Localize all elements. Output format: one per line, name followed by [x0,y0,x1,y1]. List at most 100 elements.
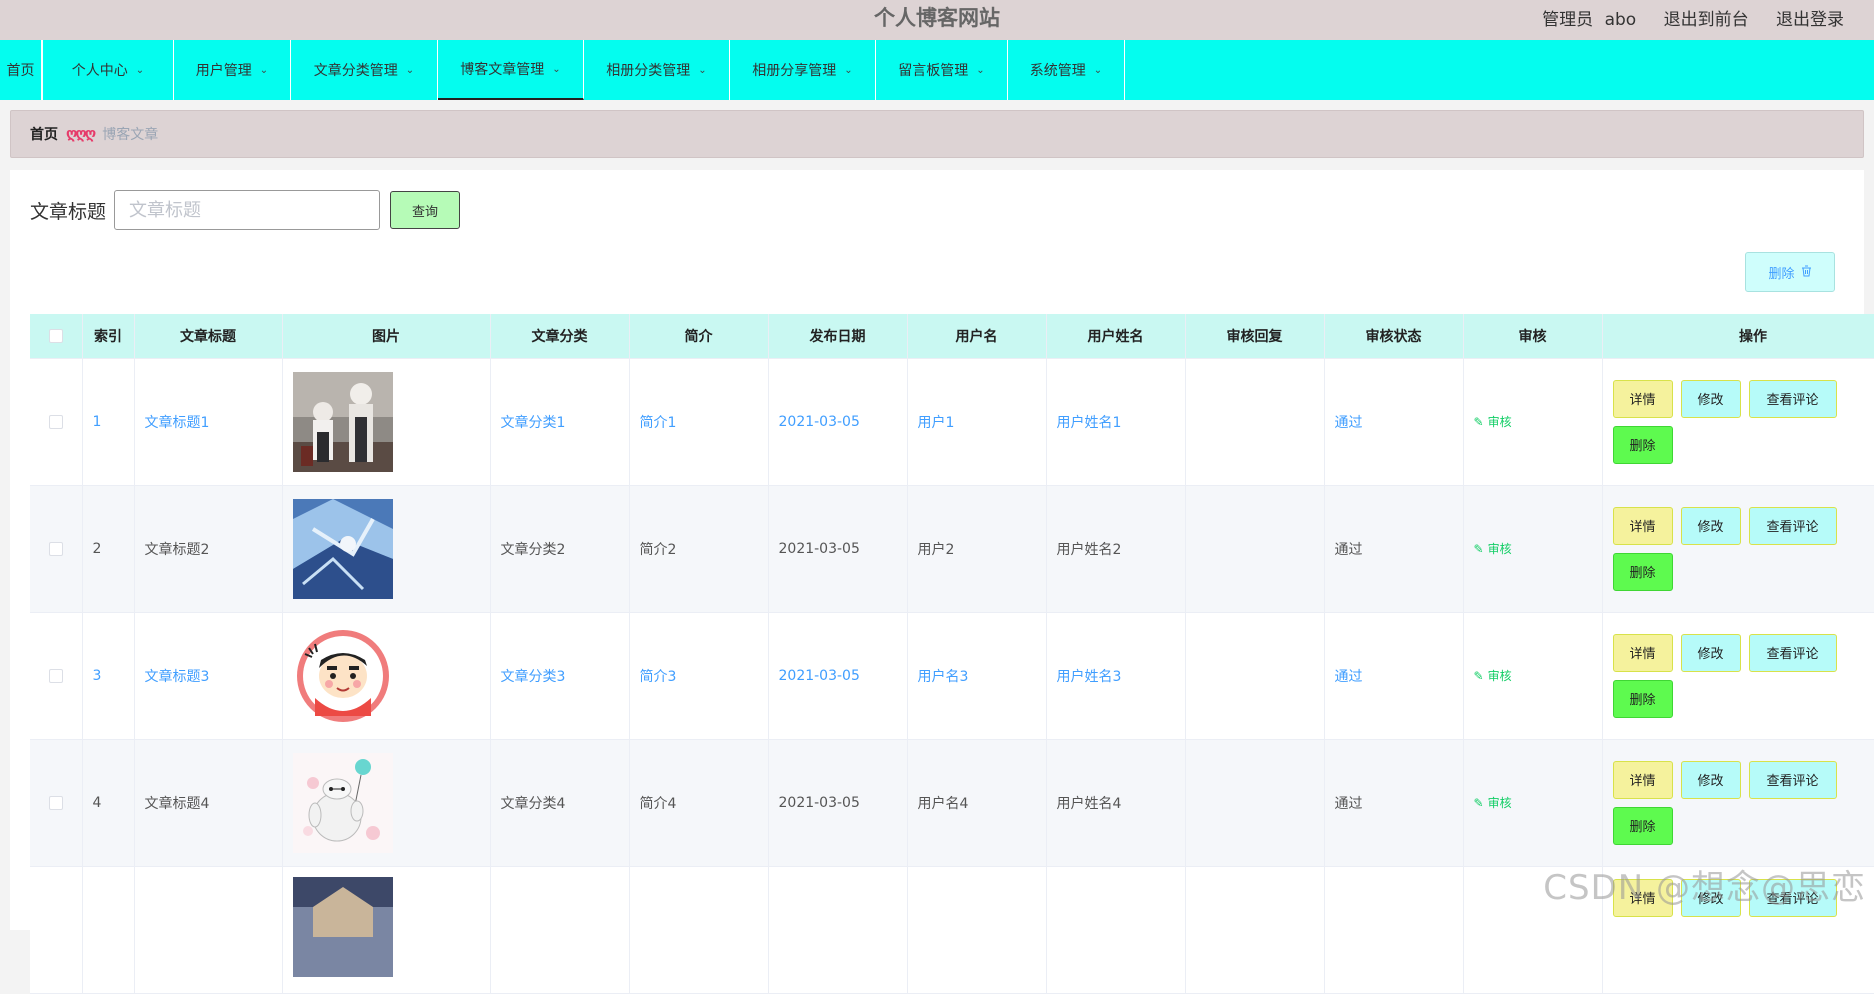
column-header: 文章标题 [134,314,283,359]
detail-button[interactable]: 详情 [1612,506,1673,545]
nav-blog-article-management[interactable]: 博客文章管理 ⌄ [438,40,584,100]
table-row: 2 文章标题2 文章分类2 简介2 2021-03-05 用户2 用户姓名2 通… [30,485,1874,613]
table-row: 1 文章标题1 文章分类1 简介1 2021-03-05 用户1 用户姓名1 通… [30,358,1874,486]
nav-label: 相册分类管理 [606,63,691,79]
column-header: 简介 [629,314,769,359]
row-image-cell [282,739,491,867]
breadcrumb-separator-icon: ღღღ [66,126,96,142]
row-category: 文章分类4 [490,739,630,867]
batch-delete-label: 删除 [1768,266,1795,282]
nav-album-share-management[interactable]: 相册分享管理 ⌄ [730,40,876,100]
row-audit-status: 通过 [1324,739,1464,867]
row-select-cell [30,358,83,486]
column-header: 文章分类 [490,314,630,359]
row-date[interactable]: 2021-03-05 [768,612,908,740]
row-category[interactable]: 文章分类1 [490,358,630,486]
row-audit-reply [1185,866,1325,994]
view-comments-button[interactable]: 查看评论 [1748,506,1837,545]
main-nav: 首页 个人中心 ⌄ 用户管理 ⌄ 文章分类管理 ⌄ 博客文章管理 ⌄ 相册分类管理 ⌄ 相… [0,40,1874,100]
nav-label: 相册分享管理 [752,63,837,79]
delete-button[interactable]: 删除 [1612,552,1673,591]
nav-label: 文章分类管理 [313,63,398,79]
detail-button[interactable]: 详情 [1612,760,1673,799]
edit-button[interactable]: 修改 [1680,506,1741,545]
table-header-row: 索引 文章标题 图片 文章分类 简介 发布日期 用户名 用户姓名 审核回复 审核… [30,314,1874,359]
row-audit-status[interactable]: 通过 [1324,612,1464,740]
row-checkbox[interactable] [48,795,63,810]
column-header: 索引 [82,314,135,359]
blue-ice-anime-illustration-image [292,498,393,599]
row-date: 2021-03-05 [768,485,908,613]
column-header: 审核回复 [1185,314,1325,359]
view-comments-button[interactable]: 查看评论 [1748,379,1837,418]
row-audit-cell: ✎ 审核 [1463,485,1603,613]
row-title[interactable] [134,866,283,994]
edit-button[interactable]: 修改 [1680,633,1741,672]
row-title[interactable]: 文章标题3 [134,612,283,740]
row-category [490,866,630,994]
breadcrumb: 首页 ღღღ 博客文章 [10,110,1864,158]
audit-label: 审核 [1487,415,1512,429]
delete-button[interactable]: 删除 [1612,679,1673,718]
row-actions-cell: 详情 修改 查看评论 删除 [1602,485,1874,613]
row-title[interactable]: 文章标题1 [134,358,283,486]
audit-link[interactable]: ✎ 审核 [1474,669,1512,683]
nav-personal-center[interactable]: 个人中心 ⌄ [42,40,174,100]
logout-link[interactable]: 退出登录 [1776,10,1844,30]
audit-link[interactable]: ✎ 审核 [1474,415,1512,429]
audit-link[interactable]: ✎ 审核 [1474,796,1512,810]
select-all-checkbox[interactable] [48,328,63,343]
row-summary[interactable]: 简介1 [629,358,769,486]
chevron-down-icon: ⌄ [1093,64,1103,76]
row-audit-status[interactable]: 通过 [1324,358,1464,486]
row-username[interactable]: 用户名3 [907,612,1047,740]
row-category[interactable]: 文章分类3 [490,612,630,740]
nav-message-board-management[interactable]: 留言板管理 ⌄ [876,40,1008,100]
nav-system-management[interactable]: 系统管理 ⌄ [1008,40,1125,100]
row-checkbox[interactable] [48,668,63,683]
detail-button[interactable]: 详情 [1612,633,1673,672]
edit-pen-icon: ✎ [1473,669,1484,683]
nav-label: 用户管理 [195,63,252,79]
row-checkbox[interactable] [48,414,63,429]
audit-link[interactable]: ✎ 审核 [1474,542,1512,556]
anime-portrait-partial-image [292,876,393,977]
nav-album-category-management[interactable]: 相册分类管理 ⌄ [584,40,730,100]
nav-user-management[interactable]: 用户管理 ⌄ [174,40,291,100]
nav-home[interactable]: 首页 [0,40,42,100]
row-date[interactable]: 2021-03-05 [768,358,908,486]
detail-button[interactable]: 详情 [1612,379,1673,418]
delete-button[interactable]: 删除 [1612,806,1673,845]
audit-label: 审核 [1487,796,1512,810]
row-summary[interactable]: 简介3 [629,612,769,740]
row-summary [629,866,769,994]
edit-button[interactable]: 修改 [1680,379,1741,418]
column-header: 用户姓名 [1046,314,1186,359]
breadcrumb-home[interactable]: 首页 [30,124,58,144]
row-actions-cell: 详情 修改 查看评论 删除 [1602,739,1874,867]
row-realname[interactable]: 用户姓名3 [1046,612,1186,740]
column-header: 操作 [1602,314,1874,359]
delete-button[interactable]: 删除 [1612,425,1673,464]
top-header: 个人博客网站 管理员 abo 退出到前台 退出登录 [0,0,1874,40]
edit-button[interactable]: 修改 [1680,760,1741,799]
row-image-cell [282,358,491,486]
row-realname[interactable]: 用户姓名1 [1046,358,1186,486]
row-username[interactable]: 用户1 [907,358,1047,486]
nav-article-category-management[interactable]: 文章分类管理 ⌄ [291,40,438,100]
row-select-cell [30,739,83,867]
audit-label: 审核 [1487,669,1512,683]
edit-pen-icon: ✎ [1473,796,1484,810]
row-checkbox[interactable] [48,541,63,556]
batch-delete-button[interactable]: 删除 [1745,252,1835,292]
row-date: 2021-03-05 [768,739,908,867]
view-comments-button[interactable]: 查看评论 [1748,633,1837,672]
row-image-cell [282,485,491,613]
row-actions-cell: 详情 修改 查看评论 删除 [1602,612,1874,740]
exit-to-front-link[interactable]: 退出到前台 [1664,10,1749,30]
row-index: 4 [82,739,135,867]
query-button[interactable]: 查询 [390,191,460,229]
view-comments-button[interactable]: 查看评论 [1748,760,1837,799]
nav-home-label: 首页 [6,63,35,79]
article-title-search-input[interactable] [114,190,380,230]
